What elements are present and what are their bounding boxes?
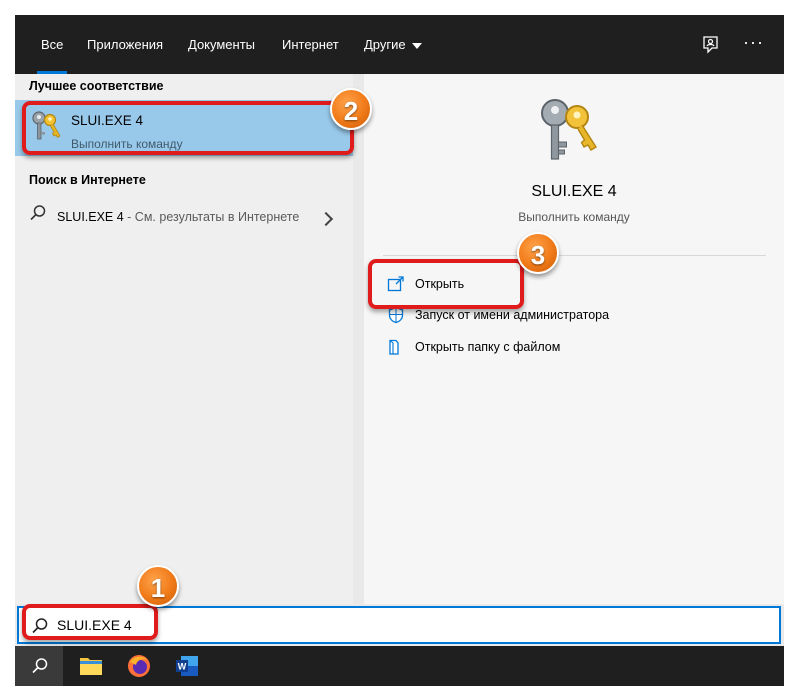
tab-all[interactable]: Все: [36, 15, 68, 74]
tab-documents[interactable]: Документы: [188, 15, 255, 74]
folder-icon: [387, 338, 405, 356]
step-badge-3: 3: [517, 232, 559, 274]
web-result-query: SLUI.EXE 4: [57, 210, 124, 224]
chevron-down-icon: [411, 42, 422, 49]
web-result-text: SLUI.EXE 4 - См. результаты в Интернете: [57, 207, 307, 227]
taskbar: W: [15, 646, 784, 686]
keys-icon: [535, 97, 599, 167]
firefox-button[interactable]: [115, 646, 163, 686]
app-subtitle: Выполнить команду: [518, 210, 630, 224]
word-button[interactable]: W: [163, 646, 211, 686]
tab-label: Документы: [188, 37, 256, 52]
tab-apps[interactable]: Приложения: [87, 15, 163, 74]
web-result-suffix: - См. результаты в Интернете: [123, 210, 300, 224]
feedback-icon[interactable]: [701, 35, 723, 55]
tab-other[interactable]: Другие: [364, 15, 422, 74]
firefox-icon: [128, 655, 150, 677]
web-result-item[interactable]: SLUI.EXE 4 - См. результаты в Интернете: [15, 199, 353, 247]
run-as-admin-label: Запуск от имени администратора: [415, 308, 610, 322]
file-explorer-button[interactable]: [67, 646, 115, 686]
open-folder-label: Открыть папку с файлом: [415, 340, 561, 354]
best-match-heading: Лучшее соответствие: [29, 79, 164, 93]
file-explorer-icon: [80, 658, 102, 675]
step-badge-2: 2: [330, 88, 372, 130]
more-options-icon[interactable]: ···: [743, 33, 765, 55]
tab-label: Приложения: [87, 37, 164, 52]
tab-label: Все: [41, 37, 64, 52]
highlight-open-action: [368, 259, 524, 309]
search-icon: [32, 658, 48, 674]
search-icon: [29, 204, 47, 222]
tab-label: Другие: [364, 37, 406, 52]
chevron-right-icon[interactable]: [318, 211, 334, 227]
web-search-heading: Поиск в Интернете: [29, 173, 146, 187]
divider: [383, 255, 766, 256]
taskbar-search-button[interactable]: [15, 646, 63, 686]
tab-bar: Все Приложения Документы Интернет Другие…: [15, 15, 784, 74]
highlight-best-match: [22, 101, 354, 155]
word-icon: W: [176, 656, 198, 676]
step-badge-1: 1: [137, 565, 179, 607]
svg-text:W: W: [178, 662, 187, 672]
highlight-search-box: [22, 604, 158, 640]
tab-internet[interactable]: Интернет: [282, 15, 339, 74]
app-name: SLUI.EXE 4: [531, 183, 617, 200]
tab-label: Интернет: [282, 37, 339, 52]
